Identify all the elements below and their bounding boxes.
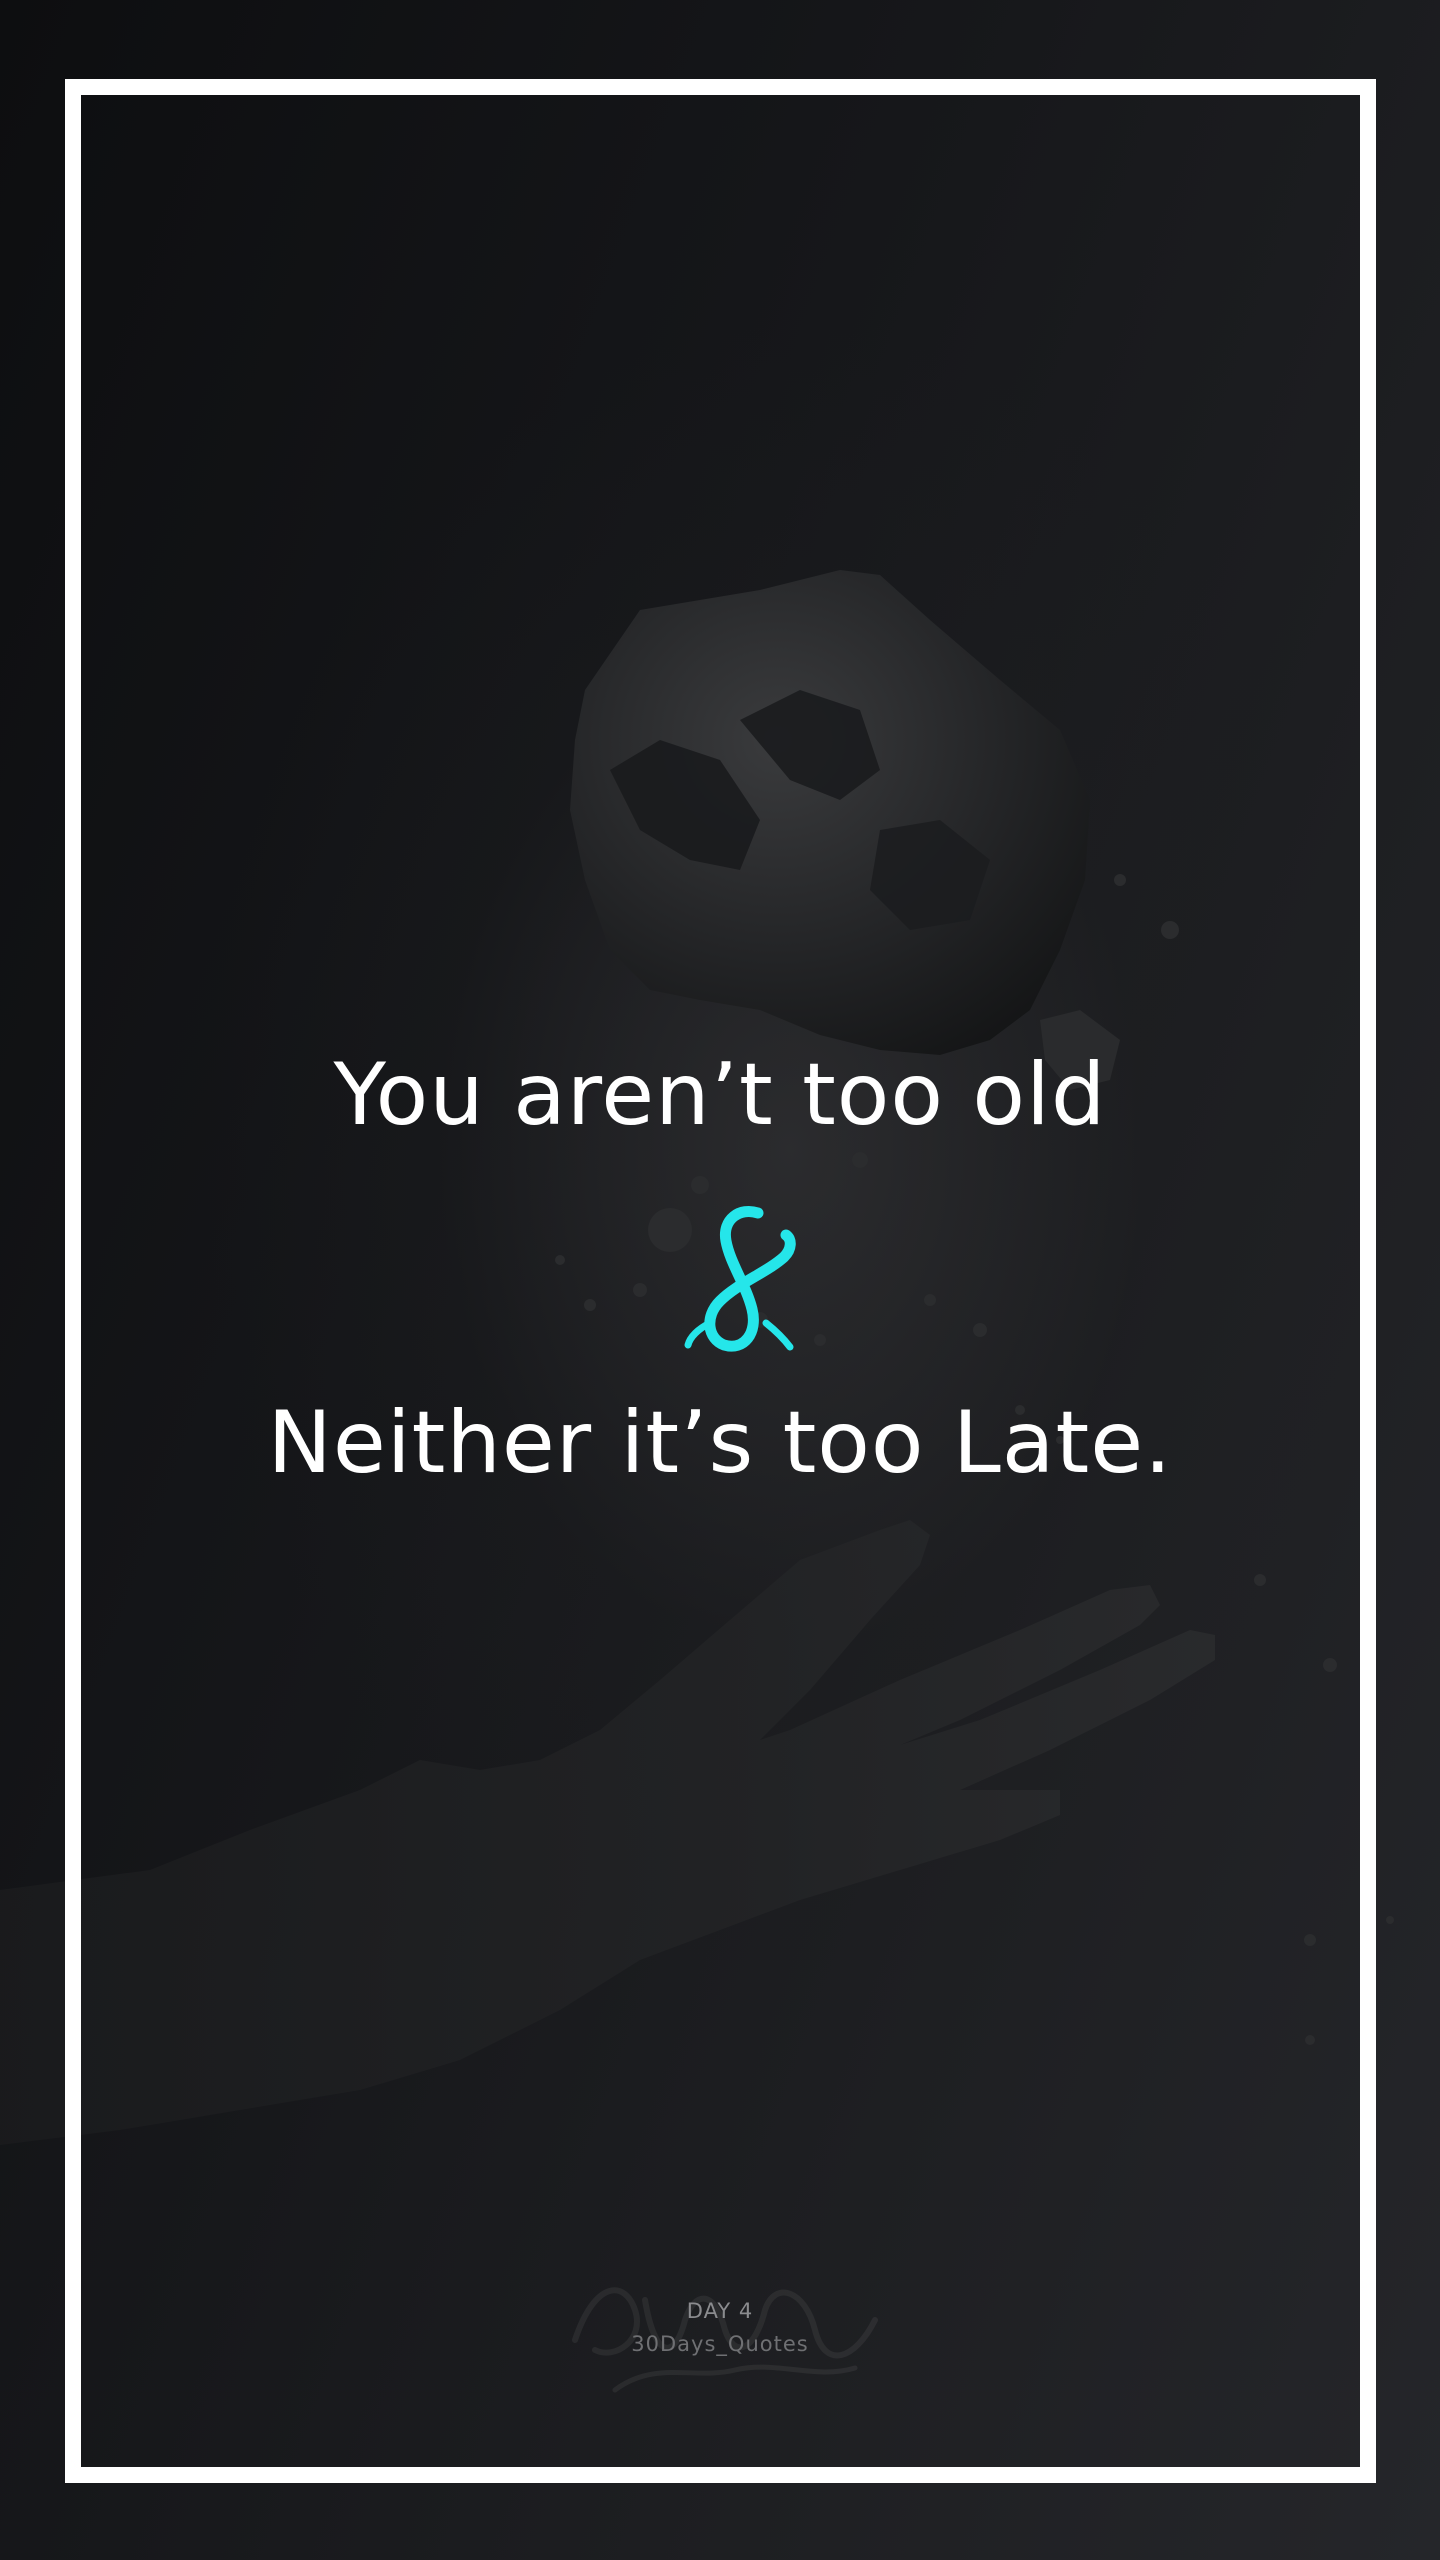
quote-line-1: You aren’t too old [333, 1045, 1107, 1145]
day-label: DAY 4 [686, 2299, 754, 2323]
quote-poster: You aren’t too old Neither it’s too Late… [0, 0, 1440, 2560]
ampersand-icon [684, 1206, 796, 1352]
quote-line-2: Neither it’s too Late. [267, 1393, 1173, 1493]
series-label: 30Days_Quotes [631, 2332, 809, 2356]
footer: DAY 4 30Days_Quotes [0, 2296, 1440, 2362]
